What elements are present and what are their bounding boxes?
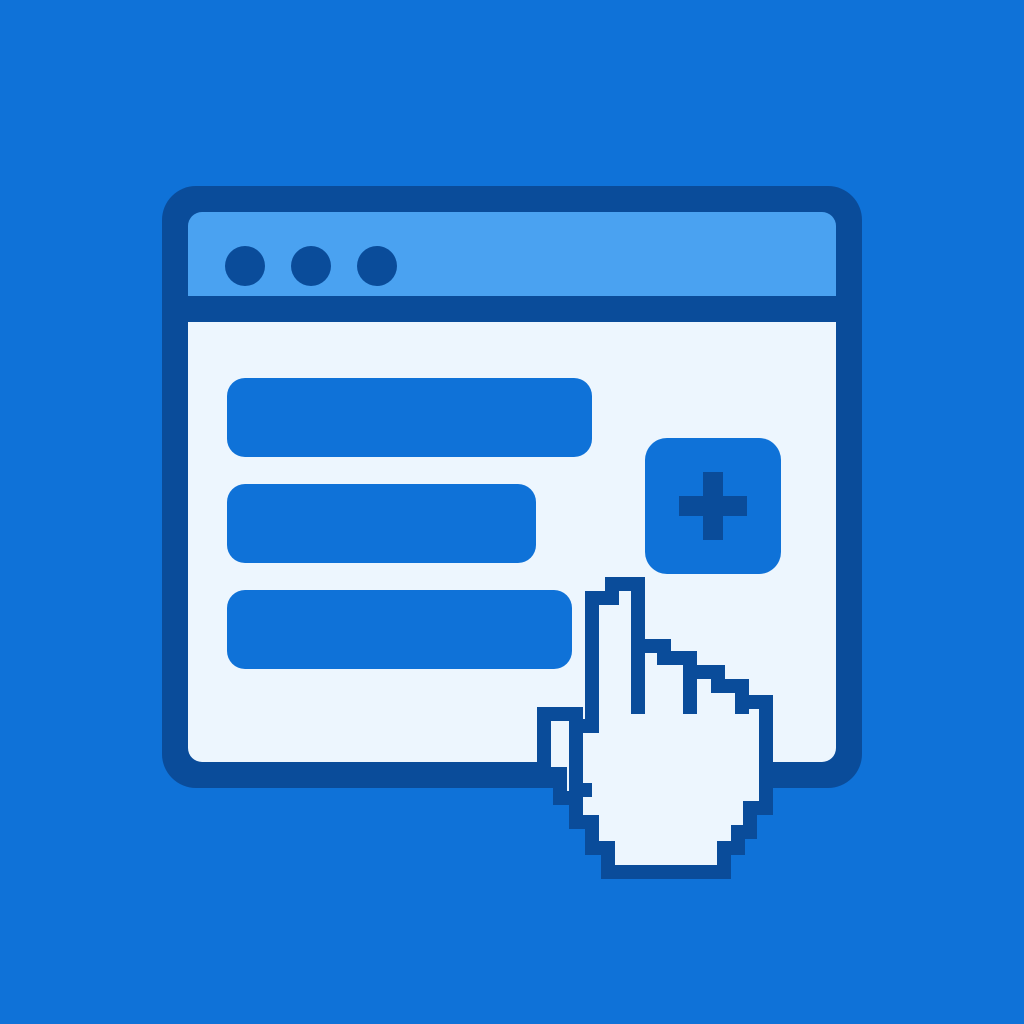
illustration-canvas [0,0,1024,1024]
hand-pointer-icon [537,577,773,879]
text-field-placeholder[interactable] [227,378,592,457]
window-control-dot [357,246,397,286]
window-control-dot [291,246,331,286]
text-field-placeholder[interactable] [227,590,572,669]
plus-icon-horizontal [679,496,747,516]
add-button[interactable] [645,438,781,574]
title-bar-divider [188,296,836,322]
window-title-bar [188,212,836,296]
window-control-dot [225,246,265,286]
text-field-placeholder[interactable] [227,484,536,563]
